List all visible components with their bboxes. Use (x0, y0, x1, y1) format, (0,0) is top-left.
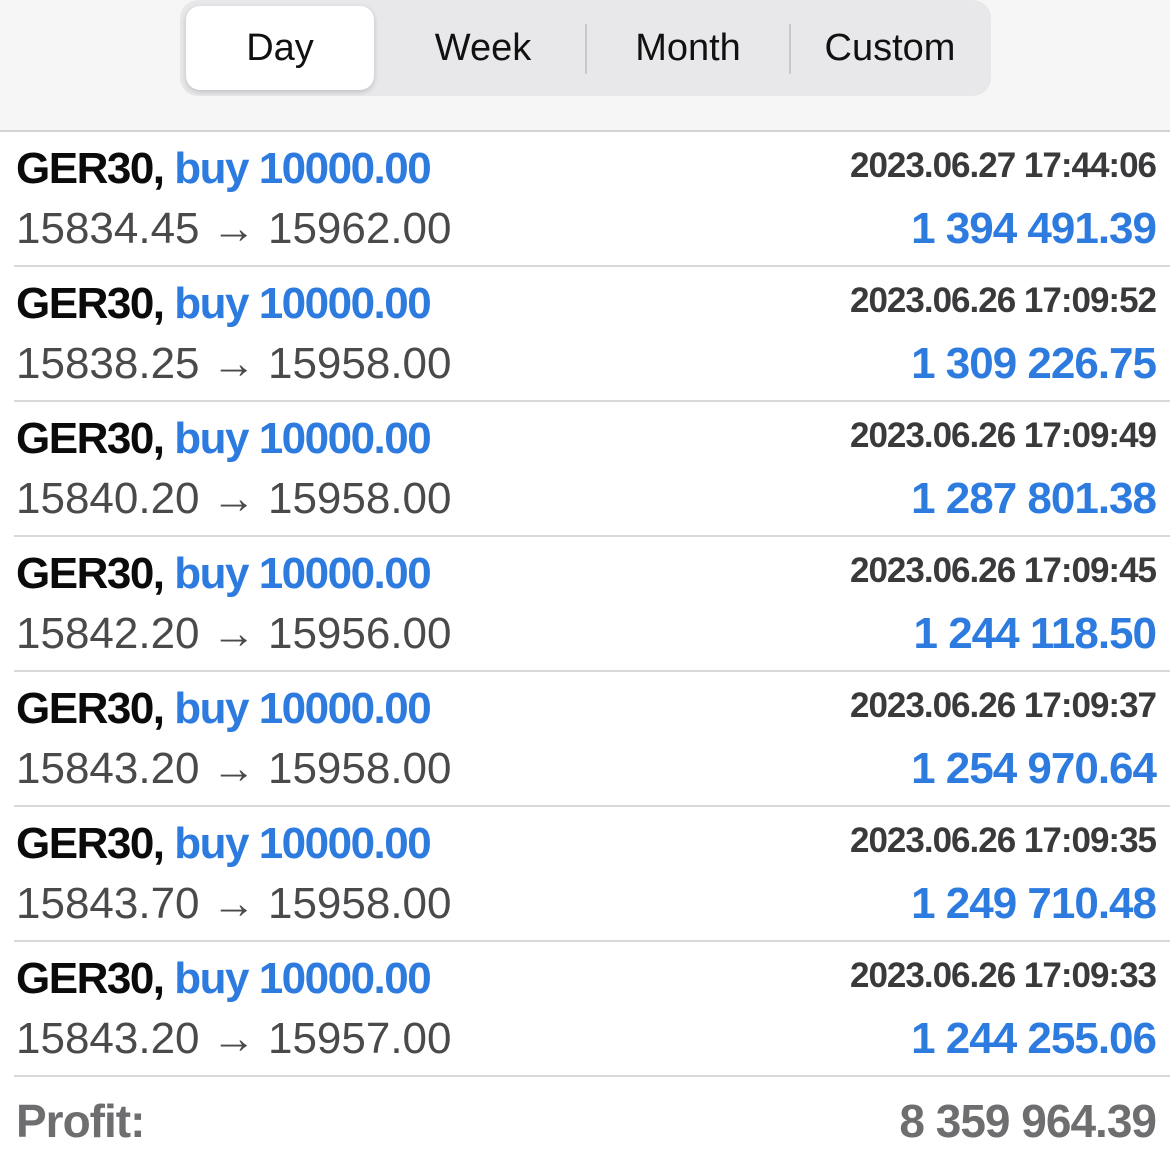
deal-title: GER30, buy 10000.00 (16, 414, 432, 464)
deal-row[interactable]: GER30, buy 10000.00 2023.06.26 17:09:33 … (14, 942, 1170, 1077)
deal-side-volume: buy 10000.00 (174, 819, 431, 868)
deal-profit: 1 394 491.39 (911, 204, 1157, 253)
profit-label: Profit: (16, 1095, 145, 1147)
deal-time: 2023.06.26 17:09:45 (850, 551, 1157, 590)
deal-prices: 15842.20 → 15956.00 (16, 609, 452, 658)
deal-side-volume: buy 10000.00 (174, 549, 431, 598)
deal-side-volume: buy 10000.00 (174, 279, 431, 328)
deals-list: GER30, buy 10000.00 2023.06.27 17:44:06 … (0, 132, 1170, 1077)
period-segmented-control: Day Week Month Custom (180, 0, 991, 96)
deal-title: GER30, buy 10000.00 (16, 549, 432, 599)
deal-row[interactable]: GER30, buy 10000.00 2023.06.27 17:44:06 … (14, 132, 1170, 267)
deal-side-volume: buy 10000.00 (174, 684, 431, 733)
deal-title: GER30, buy 10000.00 (16, 819, 432, 869)
deal-profit: 1 287 801.38 (911, 474, 1157, 523)
deal-prices: 15843.70 → 15958.00 (16, 879, 452, 928)
deal-time: 2023.06.26 17:09:35 (850, 821, 1157, 860)
deal-title: GER30, buy 10000.00 (16, 144, 432, 194)
tab-month[interactable]: Month (587, 0, 789, 96)
deal-time: 2023.06.26 17:09:52 (850, 281, 1157, 320)
deal-time: 2023.06.27 17:44:06 (850, 146, 1157, 185)
deal-symbol: GER30, (16, 549, 165, 598)
deal-symbol: GER30, (16, 414, 165, 463)
deal-row[interactable]: GER30, buy 10000.00 2023.06.26 17:09:52 … (14, 267, 1170, 402)
deal-title: GER30, buy 10000.00 (16, 684, 432, 734)
deal-profit: 1 244 255.06 (911, 1014, 1157, 1063)
deal-symbol: GER30, (16, 684, 165, 733)
deal-profit: 1 309 226.75 (911, 339, 1157, 388)
deal-row[interactable]: GER30, buy 10000.00 2023.06.26 17:09:37 … (14, 672, 1170, 807)
deal-prices: 15838.25 → 15958.00 (16, 339, 452, 388)
deal-profit: 1 244 118.50 (913, 609, 1157, 658)
deal-profit: 1 249 710.48 (911, 879, 1157, 928)
deal-row[interactable]: GER30, buy 10000.00 2023.06.26 17:09:49 … (14, 402, 1170, 537)
deal-symbol: GER30, (16, 279, 165, 328)
deal-side-volume: buy 10000.00 (174, 144, 431, 193)
tab-day[interactable]: Day (186, 6, 374, 90)
profit-total: 8 359 964.39 (899, 1095, 1157, 1147)
tab-custom[interactable]: Custom (791, 0, 989, 96)
deal-title: GER30, buy 10000.00 (16, 954, 432, 1004)
deal-row[interactable]: GER30, buy 10000.00 2023.06.26 17:09:45 … (14, 537, 1170, 672)
deal-row[interactable]: GER30, buy 10000.00 2023.06.26 17:09:35 … (14, 807, 1170, 942)
deal-symbol: GER30, (16, 144, 165, 193)
deal-symbol: GER30, (16, 954, 165, 1003)
period-selector-bar: Day Week Month Custom (0, 0, 1170, 132)
deal-time: 2023.06.26 17:09:37 (850, 686, 1157, 725)
deal-prices: 15843.20 → 15957.00 (16, 1014, 452, 1063)
deal-prices: 15834.45 → 15962.00 (16, 204, 452, 253)
tab-week[interactable]: Week (380, 0, 586, 96)
deal-time: 2023.06.26 17:09:33 (850, 956, 1157, 995)
deal-profit: 1 254 970.64 (911, 744, 1157, 793)
deal-prices: 15840.20 → 15958.00 (16, 474, 452, 523)
profit-summary: Profit: 8 359 964.39 (14, 1084, 1157, 1157)
deal-symbol: GER30, (16, 819, 165, 868)
deal-side-volume: buy 10000.00 (174, 954, 431, 1003)
deal-title: GER30, buy 10000.00 (16, 279, 432, 329)
deal-side-volume: buy 10000.00 (174, 414, 431, 463)
deal-time: 2023.06.26 17:09:49 (850, 416, 1157, 455)
deal-prices: 15843.20 → 15958.00 (16, 744, 452, 793)
